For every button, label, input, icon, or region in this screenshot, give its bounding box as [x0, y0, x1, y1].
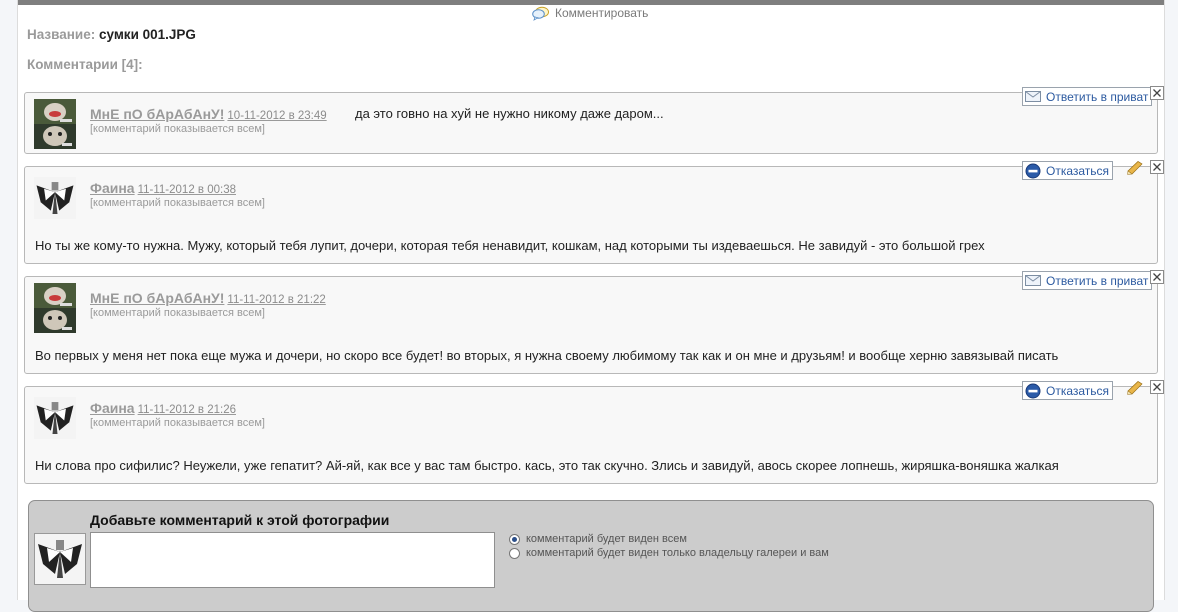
comment-item: Фаина 11-11-2012 в 21:26 [комментарий пок… — [24, 380, 1164, 484]
comment-date: 10-11-2012 в 23:49 — [227, 110, 327, 122]
no-entry-icon — [1025, 163, 1041, 179]
visibility-option-public[interactable]: комментарий будет виден всем — [509, 533, 687, 545]
avatar — [34, 533, 86, 585]
comment-text: Но ты же кому-то нужна. Мужу, который те… — [35, 238, 985, 253]
reply-private-label: Ответить в приват — [1046, 273, 1149, 288]
no-entry-icon — [1025, 383, 1041, 399]
reply-private-button[interactable]: Ответить в приват — [1022, 271, 1153, 290]
comment-author[interactable]: Фаина 11-11-2012 в 00:38 — [90, 180, 236, 196]
author-name[interactable]: Фаина — [90, 180, 135, 196]
close-icon[interactable] — [1150, 270, 1164, 284]
comment-link[interactable]: Комментировать — [532, 5, 648, 21]
avatar[interactable] — [34, 173, 76, 223]
refuse-button[interactable]: Отказаться — [1022, 381, 1114, 400]
photo-name-value: сумки 001.JPG — [98, 27, 196, 42]
edit-pencil-icon[interactable] — [1127, 161, 1143, 175]
add-comment-panel: Добавьте комментарий к этой фотографии к… — [28, 500, 1154, 612]
photo-name-row: Название: сумки 001.JPG — [27, 27, 196, 42]
reply-private-button[interactable]: Ответить в приват — [1022, 87, 1153, 106]
gallery-page: Комментировать Название: сумки 001.JPG К… — [17, 0, 1165, 612]
close-icon[interactable] — [1150, 380, 1164, 394]
comment-visibility: [комментарий показывается всем] — [90, 197, 265, 209]
reply-private-label: Ответить в приват — [1046, 89, 1149, 104]
comment-text: Во первых у меня нет пока еще мужа и доч… — [35, 348, 1059, 363]
avatar[interactable] — [34, 99, 76, 149]
avatar[interactable] — [34, 283, 76, 333]
comment-author[interactable]: Фаина 11-11-2012 в 21:26 — [90, 400, 236, 416]
close-icon[interactable] — [1150, 86, 1164, 100]
comment-textarea[interactable] — [90, 532, 495, 588]
comment-item: Фаина 11-11-2012 в 00:38 [комментарий пок… — [24, 160, 1164, 264]
comment-item: МнЕ пО бАрАбАнУ! 10-11-2012 в 23:49 [комм… — [24, 86, 1164, 154]
comment-text: да это говно на хуй не нужно никому даже… — [355, 106, 664, 121]
comment-author[interactable]: МнЕ пО бАрАбАнУ! 10-11-2012 в 23:49 — [90, 106, 327, 122]
comment-text: Ни слова про сифилис? Неужели, уже гепат… — [35, 458, 1059, 473]
author-name[interactable]: МнЕ пО бАрАбАнУ! — [90, 106, 224, 122]
comments-count: Комментарии [4]: — [27, 57, 143, 72]
comment-item: МнЕ пО бАрАбАнУ! 11-11-2012 в 21:22 [комм… — [24, 270, 1164, 374]
visibility-option-label: комментарий будет виден всем — [526, 533, 687, 545]
comment-visibility: [комментарий показывается всем] — [90, 123, 265, 135]
visibility-option-label: комментарий будет виден только владельцу… — [526, 547, 829, 559]
envelope-icon — [1025, 275, 1041, 286]
close-icon[interactable] — [1150, 160, 1164, 174]
edit-pencil-icon[interactable] — [1127, 381, 1143, 395]
refuse-button[interactable]: Отказаться — [1022, 161, 1114, 180]
avatar[interactable] — [34, 393, 76, 443]
add-comment-title: Добавьте комментарий к этой фотографии — [90, 512, 390, 528]
comment-date: 11-11-2012 в 00:38 — [137, 184, 236, 196]
comment-author[interactable]: МнЕ пО бАрАбАнУ! 11-11-2012 в 21:22 — [90, 290, 326, 306]
comment-visibility: [комментарий показывается всем] — [90, 417, 265, 429]
author-name[interactable]: МнЕ пО бАрАбАнУ! — [90, 290, 224, 306]
comment-date: 11-11-2012 в 21:26 — [137, 404, 236, 416]
refuse-label: Отказаться — [1046, 163, 1110, 178]
speech-bubble-icon — [532, 6, 549, 21]
comment-visibility: [комментарий показывается всем] — [90, 307, 265, 319]
refuse-label: Отказаться — [1046, 383, 1110, 398]
radio-button-selected[interactable] — [509, 533, 520, 545]
photo-name-label: Название: — [27, 27, 96, 42]
author-name[interactable]: Фаина — [90, 400, 135, 416]
visibility-option-private[interactable]: комментарий будет виден только владельцу… — [509, 547, 829, 559]
radio-button[interactable] — [509, 547, 520, 559]
comment-date: 11-11-2012 в 21:22 — [227, 294, 326, 306]
comment-link-label: Комментировать — [555, 6, 649, 20]
envelope-icon — [1025, 91, 1041, 102]
